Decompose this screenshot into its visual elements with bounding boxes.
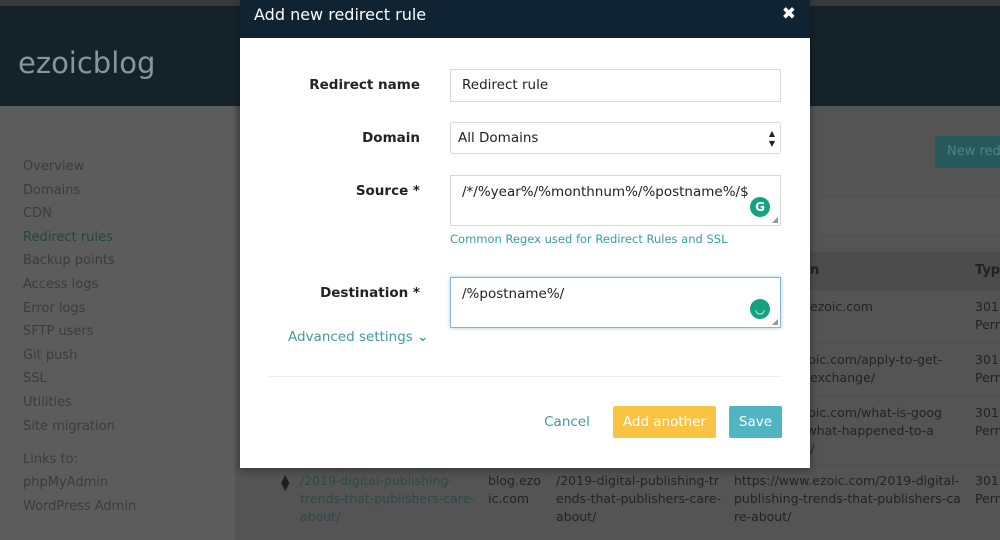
sidebar-item-git-push[interactable]: Git push (23, 348, 77, 363)
close-icon[interactable]: ✖ (782, 4, 796, 24)
chevron-down-icon: ⌄ (417, 329, 429, 345)
common-regex-link[interactable]: Common Regex used for Redirect Rules and… (450, 232, 727, 246)
source-label: Source * (355, 183, 420, 199)
save-button[interactable]: Save (729, 406, 782, 438)
domain-label: Domain (362, 130, 420, 146)
source-textarea[interactable]: /*/%year%/%monthnum%/%postname%/$ G ◢ (450, 175, 781, 226)
advanced-settings-toggle[interactable]: Advanced settings ⌄ (288, 329, 428, 345)
redirect-name-input[interactable]: Redirect rule (450, 69, 781, 102)
sidebar-item-cdn[interactable]: CDN (23, 206, 52, 221)
sidebar-item-backup-points[interactable]: Backup points (23, 253, 115, 268)
grammarly-icon[interactable]: G (750, 197, 770, 217)
sidebar-item-utilities[interactable]: Utilities (23, 395, 72, 410)
add-redirect-rule-modal: Add new redirect rule ✖ Redirect name Re… (240, 0, 810, 468)
sidebar-item-sftp-users[interactable]: SFTP users (23, 324, 94, 339)
sidebar-item-overview[interactable]: Overview (23, 159, 84, 174)
sidebar-item-redirect-rules[interactable]: Redirect rules (23, 230, 113, 245)
add-another-button[interactable]: Add another (613, 406, 716, 438)
grammarly-loading-icon[interactable]: ◡ (750, 299, 770, 319)
domain-select[interactable]: All Domains ▲ ▼ (450, 122, 781, 154)
sidebar-link[interactable]: phpMyAdmin (23, 475, 108, 490)
column-header-type: Typ (975, 263, 1000, 278)
select-arrows-icon: ▲ ▼ (768, 129, 775, 148)
sidebar-item-access-logs[interactable]: Access logs (23, 277, 98, 292)
column-header-destination: n (810, 263, 820, 278)
sort-handle-icon[interactable]: ▼ (281, 480, 289, 493)
destination-textarea[interactable]: /%postname%/◡ ◢ (450, 277, 781, 328)
modal-header: Add new redirect rule ✖ (240, 0, 810, 38)
sidebar-item-ssl[interactable]: SSL (23, 371, 47, 386)
sidebar-item-error-logs[interactable]: Error logs (23, 301, 85, 316)
cancel-button[interactable]: Cancel (536, 406, 598, 438)
divider (268, 376, 782, 377)
new-redirect-rule-button[interactable]: New redirect rule (935, 136, 1000, 168)
links-label: Links to: (23, 452, 78, 467)
filter-bar (820, 196, 1000, 236)
redirect-name-label: Redirect name (309, 77, 420, 93)
brand-logo: ezoicblog (18, 46, 156, 80)
resize-handle-icon[interactable]: ◢ (772, 215, 778, 224)
sidebar-item-site-migration[interactable]: Site migration (23, 419, 115, 434)
modal-title: Add new redirect rule (254, 5, 427, 24)
sidebar-link[interactable]: WordPress Admin (23, 499, 136, 514)
rule-name-link[interactable]: /2019-digital-publishing- trends-that-pu… (300, 472, 475, 526)
sidebar-item-domains[interactable]: Domains (23, 183, 80, 198)
destination-label: Destination * (320, 285, 420, 301)
resize-handle-icon[interactable]: ◢ (772, 317, 778, 326)
